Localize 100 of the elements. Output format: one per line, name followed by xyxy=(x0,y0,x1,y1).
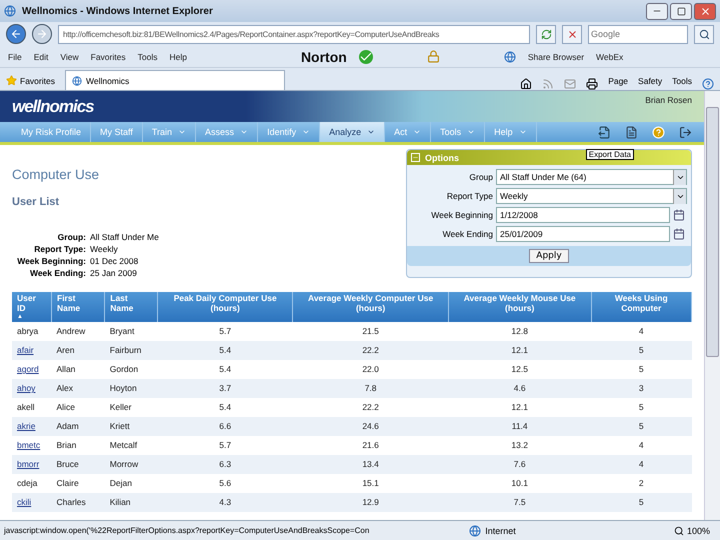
nav-tab[interactable]: Analyze xyxy=(320,122,386,142)
table-cell: 5 xyxy=(591,340,692,360)
collapse-toggle[interactable] xyxy=(411,153,420,162)
user-id-link[interactable]: bmorr xyxy=(17,459,40,470)
browser-icon xyxy=(4,5,16,17)
calendar-icon[interactable] xyxy=(673,228,687,240)
user-id-link[interactable]: cdeja xyxy=(17,478,38,488)
date-field[interactable]: 25/01/2009 xyxy=(496,226,670,242)
table-cell: 15.1 xyxy=(292,474,448,493)
address-field[interactable]: http://officemchesoft.biz:81/BEWellnomics2.4/Pages/ReportContainer.aspx?reportKey=ComputerUseAndBreaks xyxy=(58,24,530,44)
dropdown-field[interactable]: All Staff Under Me (64) xyxy=(496,169,687,185)
home-icon[interactable] xyxy=(520,78,532,90)
table-cell: Dejan xyxy=(104,474,158,493)
toolbar-button[interactable]: WebEx xyxy=(596,52,624,62)
maximize-icon xyxy=(676,6,686,16)
star-icon xyxy=(6,75,17,86)
tooltip: Export Data xyxy=(586,149,634,160)
table-cell: 5.7 xyxy=(157,322,293,341)
chevron-down-icon xyxy=(518,128,527,136)
export-icon[interactable] xyxy=(598,126,611,138)
arrow-right-icon xyxy=(36,28,48,40)
table-cell: 6.3 xyxy=(157,454,293,474)
favorites-button[interactable]: Favorites xyxy=(6,75,55,90)
browser-tab[interactable]: Wellnomics xyxy=(64,70,285,90)
toolbar-button[interactable]: Share Browser xyxy=(528,52,584,62)
help-icon[interactable] xyxy=(702,78,714,90)
calendar-icon[interactable] xyxy=(673,209,687,221)
column-header[interactable]: Average Weekly Mouse Use (hours) xyxy=(448,292,592,322)
column-header[interactable]: First Name xyxy=(52,292,105,322)
chevron-down-icon xyxy=(178,128,186,136)
user-id-link[interactable]: akrie xyxy=(17,421,36,432)
table-cell: Metcalf xyxy=(104,436,158,455)
user-id-link[interactable]: bmetc xyxy=(17,440,40,450)
table-cell: 13.2 xyxy=(448,436,592,455)
table-cell: Fairburn xyxy=(104,340,158,360)
table-cell: 22.2 xyxy=(292,398,448,417)
user-id-link[interactable]: abrya xyxy=(17,326,38,336)
user-id-link[interactable]: ckili xyxy=(17,497,32,508)
search-field[interactable]: Google xyxy=(588,24,688,44)
table-cell: 4 xyxy=(591,436,692,455)
column-header[interactable]: Weeks Using Computer xyxy=(591,292,692,322)
user-id-link[interactable]: ahoy xyxy=(17,383,36,394)
command-menu[interactable]: Safety xyxy=(638,76,662,90)
apply-button[interactable]: Apply xyxy=(529,249,569,263)
table-cell: Claire xyxy=(52,474,105,493)
arrow-left-icon xyxy=(10,28,22,40)
close-button[interactable] xyxy=(694,2,716,20)
check-icon[interactable] xyxy=(358,50,373,64)
table-cell: Kilian xyxy=(104,492,158,512)
zoom-icon xyxy=(674,526,684,536)
table-cell: Keller xyxy=(104,398,158,417)
user-id-link[interactable]: akell xyxy=(17,402,34,412)
column-header[interactable]: Peak Daily Computer Use (hours) xyxy=(157,292,293,322)
command-menu[interactable]: Tools xyxy=(672,76,692,90)
table-cell: 21.5 xyxy=(292,322,448,341)
table-cell: 2 xyxy=(591,474,692,493)
table-cell: 7.8 xyxy=(292,378,448,398)
table-cell: Bryant xyxy=(104,322,158,341)
table-cell: Brian xyxy=(52,436,105,455)
summary-label: Week Ending: xyxy=(28,268,86,278)
menu-item[interactable]: Favorites xyxy=(90,52,126,62)
table-cell: 22.2 xyxy=(292,340,448,360)
maximize-button[interactable] xyxy=(670,2,692,20)
column-header[interactable]: Average Weekly Computer Use (hours) xyxy=(292,292,448,322)
printer-icon[interactable] xyxy=(586,78,598,90)
menu-item[interactable]: Edit xyxy=(34,52,48,62)
summary-value: 25 Jan 2009 xyxy=(90,268,138,278)
user-id-link[interactable]: afair xyxy=(17,345,34,356)
back-button[interactable] xyxy=(6,24,26,44)
table-cell: 21.6 xyxy=(292,436,448,455)
refresh-button[interactable] xyxy=(536,24,556,44)
table-cell: Kriett xyxy=(104,416,158,436)
table-cell: 4.6 xyxy=(448,378,592,398)
dropdown-field[interactable]: Weekly xyxy=(496,188,687,204)
chevron-down-icon xyxy=(367,128,376,136)
document-icon[interactable] xyxy=(625,126,638,138)
table-cell: Aren xyxy=(52,340,105,360)
norton-logo[interactable]: Norton xyxy=(300,48,347,64)
column-header[interactable]: Last Name xyxy=(104,292,158,322)
logout-icon[interactable] xyxy=(679,126,692,138)
table-cell: 5.4 xyxy=(157,340,293,360)
date-field[interactable]: 1/12/2008 xyxy=(496,207,670,223)
lock-icon[interactable] xyxy=(426,50,440,63)
scrollbar-thumb[interactable] xyxy=(706,107,719,357)
user-id-link[interactable]: agord xyxy=(17,364,39,374)
table-cell: 22.0 xyxy=(292,360,448,379)
minimize-button[interactable] xyxy=(646,2,668,20)
menu-item[interactable]: Tools xyxy=(138,52,158,62)
summary-value: Weekly xyxy=(90,244,119,254)
stop-button[interactable] xyxy=(562,24,582,44)
command-menu[interactable]: Page xyxy=(608,76,628,90)
table-cell: 3.7 xyxy=(157,378,293,398)
menu-item[interactable]: Help xyxy=(169,52,187,62)
forward-button[interactable] xyxy=(32,24,52,44)
zoom-control[interactable]: 100% xyxy=(674,526,720,536)
menu-item[interactable]: View xyxy=(60,52,79,62)
table-cell: Alice xyxy=(52,398,105,417)
search-button[interactable] xyxy=(694,24,714,44)
summary-label: Report Type: xyxy=(33,244,86,254)
menu-item[interactable]: File xyxy=(8,52,22,62)
